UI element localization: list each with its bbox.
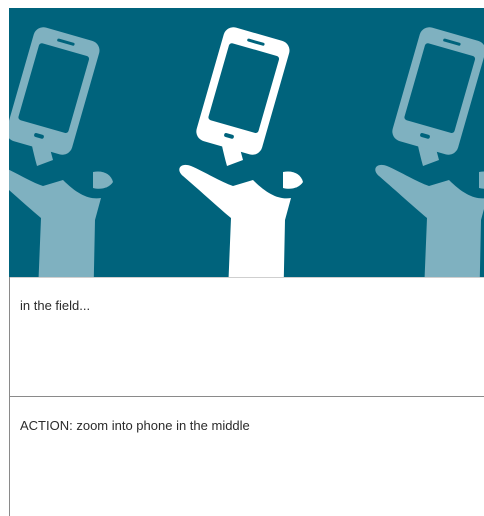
storyboard-frame: in the field... ACTION: zoom into phone … [0,0,484,516]
scene-caption: in the field... [20,298,91,313]
illustration-bottom-divider [9,277,484,278]
right-hand-phone-icon [375,24,484,277]
action-note: ACTION: zoom into phone in the middle [20,418,250,433]
raised-phones-illustration [9,8,484,277]
section-divider [9,396,484,397]
left-hand-phone-icon [9,24,113,277]
center-hand-phone-icon [179,24,303,277]
